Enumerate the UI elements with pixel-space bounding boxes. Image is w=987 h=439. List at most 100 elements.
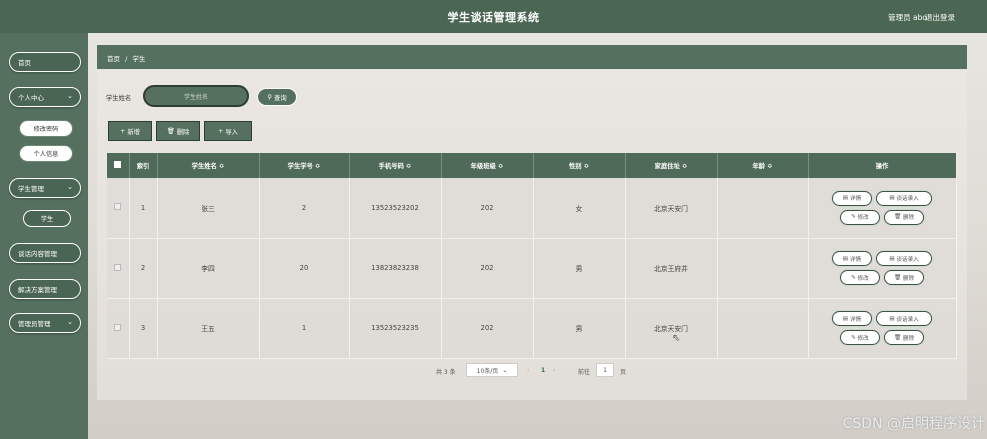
row-checkbox[interactable] [107, 178, 130, 239]
cell-actions: ▤ 详情 ▤ 谈话录入 ✎ 修改 🗑 删除 [808, 298, 957, 359]
sidebar-item-solution-mgmt[interactable]: 解决方案管理 [9, 279, 81, 299]
edit-button[interactable]: ✎ 修改 [839, 209, 880, 225]
document-icon: ▤ [842, 315, 849, 322]
column-header-index: 索引 [129, 153, 158, 178]
pencil-icon: ✎ [851, 334, 856, 341]
document-icon: ▤ [889, 315, 895, 322]
cell-student-id: 2 [259, 178, 350, 239]
add-button[interactable]: + 新增 [108, 121, 152, 141]
add-button-label: 新增 [127, 128, 140, 136]
cell-class: 202 [441, 238, 534, 299]
talk-entry-button[interactable]: ▤ 谈话录入 [876, 311, 933, 326]
logout-link[interactable]: 退出登录 [925, 12, 955, 23]
edit-label: 修改 [857, 275, 869, 282]
edit-label: 修改 [857, 215, 869, 222]
talk-entry-button[interactable]: ▤ 谈话录入 [876, 251, 933, 266]
prev-page-icon[interactable]: ‹ [527, 367, 529, 374]
chevron-down-icon: ⌄ [67, 318, 73, 326]
sidebar-item-label: 修改密码 [33, 126, 59, 133]
sidebar-item-label: 管理员管理 [18, 320, 51, 328]
goto-label: 前往 [578, 369, 591, 376]
page-number-current[interactable]: 1 [541, 367, 545, 374]
trash-icon: 🗑 [894, 214, 902, 221]
delete-row-button[interactable]: 🗑 删除 [884, 330, 925, 345]
detail-button[interactable]: ▤ 详情 [831, 251, 872, 266]
cell-age [717, 298, 809, 359]
sidebar-item-admin-mgmt[interactable]: 管理员管理 ⌄ [9, 313, 81, 333]
breadcrumb-current: 学生 [132, 55, 146, 63]
talk-entry-label: 谈话录入 [896, 196, 919, 203]
pencil-icon: ✎ [851, 214, 856, 221]
column-header-actions: 操作 [808, 153, 957, 178]
cell-actions: ▤ 详情 ▤ 谈话录入 ✎ 修改 🗑 删除 [808, 178, 957, 239]
column-header-student-id[interactable]: 学生学号 ≎ [259, 153, 350, 178]
delete-row-button[interactable]: 🗑 删除 [884, 209, 925, 225]
cell-gender: 男 [533, 298, 626, 359]
detail-button[interactable]: ▤ 详情 [831, 190, 872, 206]
query-button-label: 查询 [274, 94, 287, 102]
column-header-class[interactable]: 年级班级 ≎ [441, 153, 534, 178]
cell-student-id: 20 [259, 238, 350, 299]
cell-phone: 13823823238 [349, 238, 442, 299]
query-button[interactable]: ⚲ 查询 [257, 88, 297, 106]
app-title: 学生谈话管理系统 [447, 11, 540, 24]
cell-address: 北京王府井 [625, 238, 718, 299]
chevron-down-icon: ⌄ [502, 366, 508, 374]
cell-class: 202 [441, 298, 534, 359]
document-icon: ▤ [842, 195, 849, 202]
goto-page-input[interactable]: 1 [596, 363, 614, 377]
next-page-icon[interactable]: › [553, 367, 555, 374]
pencil-icon: ✎ [851, 274, 856, 281]
document-icon: ▤ [889, 195, 895, 202]
sidebar-item-label: 谈话内容管理 [18, 250, 57, 258]
sidebar-item-talk-content-mgmt[interactable]: 谈话内容管理 [9, 243, 81, 263]
cell-name: 王五 [157, 298, 260, 359]
sidebar-item-label: 解决方案管理 [18, 286, 57, 294]
row-checkbox[interactable] [107, 298, 130, 359]
detail-label: 详情 [849, 316, 862, 323]
page-size-select[interactable]: 10条/页 ⌄ [466, 363, 518, 377]
delete-button[interactable]: 🗑 删除 [156, 121, 200, 141]
search-placeholder: 学生姓名 [183, 93, 208, 101]
page-suffix: 页 [620, 369, 627, 376]
delete-row-button[interactable]: 🗑 删除 [884, 270, 925, 285]
sidebar-subitem-student[interactable]: 学生 [23, 210, 71, 227]
goto-page-value: 1 [603, 366, 607, 374]
select-all-checkbox[interactable] [107, 153, 130, 178]
sidebar-item-personal-center[interactable]: 个人中心 ⌄ [9, 87, 81, 107]
cell-age [717, 238, 809, 299]
sidebar-subitem-change-password[interactable]: 修改密码 [19, 120, 73, 137]
column-header-age[interactable]: 年龄 ≎ [717, 153, 809, 178]
sidebar-item-home[interactable]: 首页 [9, 52, 81, 72]
document-icon: ▤ [842, 255, 849, 262]
breadcrumb: 首页 / 学生 [97, 45, 967, 69]
chevron-down-icon: ⌄ [67, 92, 73, 100]
talk-entry-button[interactable]: ▤ 谈话录入 [876, 190, 933, 206]
column-header-address[interactable]: 家庭住址 ≎ [625, 153, 718, 178]
edit-button[interactable]: ✎ 修改 [839, 330, 880, 345]
sidebar-subitem-personal-info[interactable]: 个人信息 [19, 145, 73, 162]
document-icon: ▤ [889, 255, 895, 262]
column-header-name[interactable]: 学生姓名 ≎ [157, 153, 260, 178]
delete-button-label: 删除 [176, 128, 190, 136]
breadcrumb-home[interactable]: 首页 [107, 55, 120, 63]
column-header-phone[interactable]: 手机号码 ≎ [349, 153, 442, 178]
cell-phone: 13523523202 [349, 178, 442, 239]
cell-age [717, 178, 809, 239]
import-button[interactable]: + 导入 [204, 121, 252, 141]
detail-label: 详情 [849, 256, 862, 263]
admin-label: 管理员 abo [888, 13, 927, 22]
column-header-gender[interactable]: 性别 ≎ [533, 153, 626, 178]
watermark: CSDN @启明程序设计 [842, 416, 985, 432]
sidebar-item-student-mgmt[interactable]: 学生管理 ⌄ [9, 178, 81, 198]
breadcrumb-separator: / [125, 55, 128, 63]
cell-gender: 女 [533, 178, 626, 239]
chevron-down-icon: ⌄ [67, 183, 73, 191]
cell-address: 北京天安门 [625, 298, 718, 359]
sidebar-item-label: 个人信息 [33, 151, 59, 158]
talk-entry-label: 谈话录入 [896, 316, 919, 323]
edit-button[interactable]: ✎ 修改 [839, 270, 880, 285]
detail-button[interactable]: ▤ 详情 [831, 311, 872, 326]
search-input[interactable]: 学生姓名 [143, 85, 249, 107]
row-checkbox[interactable] [107, 238, 130, 299]
